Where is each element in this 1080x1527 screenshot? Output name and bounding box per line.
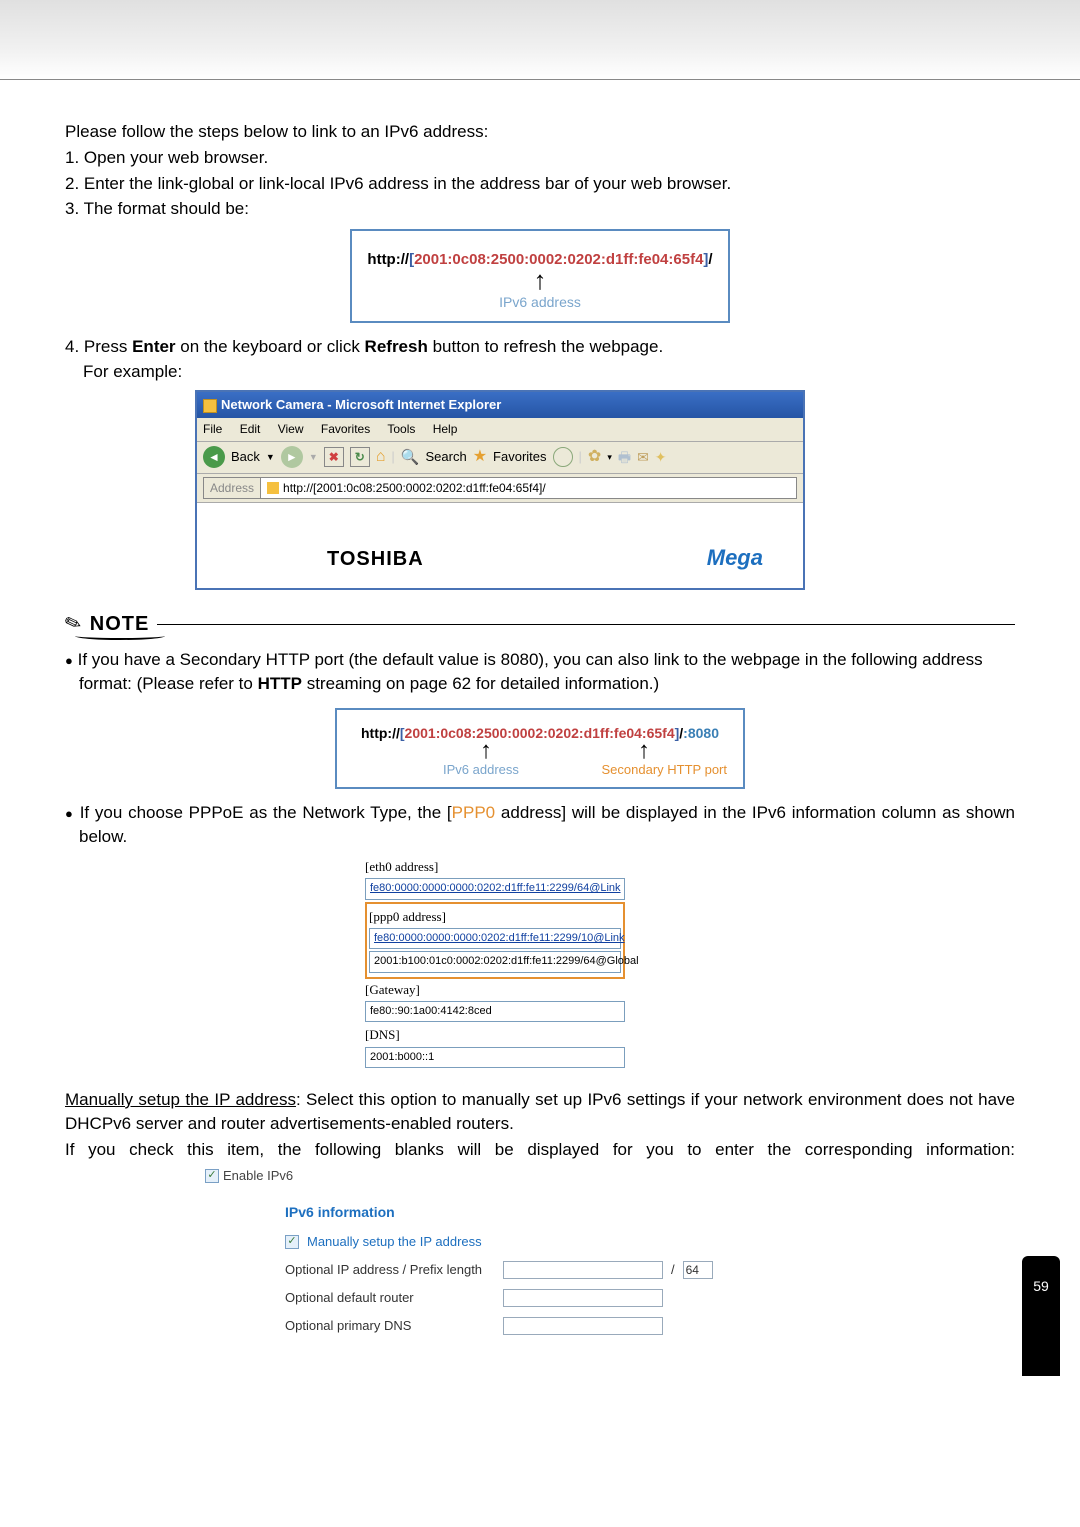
arrow-up-icon: ↑: [362, 270, 718, 291]
note1-http: HTTP: [258, 674, 302, 693]
example-label: For example:: [65, 360, 1015, 384]
optional-dns-input[interactable]: [503, 1317, 663, 1335]
note1-post: streaming on page 62 for detailed inform…: [302, 674, 659, 693]
optional-router-label: Optional default router: [285, 1289, 495, 1307]
back-dropdown-icon[interactable]: ▼: [266, 451, 275, 464]
enable-ipv6-label: Enable IPv6: [223, 1167, 293, 1185]
bullet-icon: ●: [65, 653, 73, 668]
history-icon[interactable]: ✿: [588, 446, 601, 468]
page-number-tab: 59: [1022, 1256, 1060, 1376]
ie-toolbar: ◄ Back ▼ ► ▼ ✖ ↻ ⌂ | 🔍 Search ★ Favorite…: [197, 442, 803, 473]
url2-port: 8080: [688, 725, 719, 741]
arrow-up-icon: ↑: [480, 741, 492, 760]
ie-menu-bar: File Edit View Favorites Tools Help: [197, 418, 803, 442]
step-1: 1. Open your web browser.: [65, 146, 1015, 170]
step-4-refresh: Refresh: [365, 337, 428, 356]
manual-text2: If you check this item, the following bl…: [65, 1140, 1015, 1159]
ie-menu-file[interactable]: File: [203, 422, 222, 436]
step-4-enter: Enter: [132, 337, 175, 356]
note2-pre: If you choose PPPoE as the Network Type,…: [80, 803, 452, 822]
ppp0-value-2: 2001:b100:01c0:0002:0202:d1ff:fe11:2299/…: [369, 951, 621, 972]
ppp0-label: [ppp0 address]: [369, 906, 621, 928]
url-prefix: http://: [367, 251, 409, 268]
pen-icon: ✎: [61, 608, 86, 640]
dns-value: 2001:b000::1: [365, 1047, 625, 1068]
intro-text: Please follow the steps below to link to…: [65, 120, 1015, 144]
back-icon[interactable]: ◄: [203, 446, 225, 468]
ie-page-icon: [203, 399, 217, 413]
url-caption: IPv6 address: [362, 293, 718, 313]
gateway-value: fe80::90:1a00:4142:8ced: [365, 1001, 625, 1022]
gateway-label: [Gateway]: [365, 979, 625, 1001]
ie-menu-help[interactable]: Help: [433, 422, 458, 436]
search-icon[interactable]: 🔍: [401, 447, 420, 468]
ppp0-value-1: fe80:0000:0000:0000:0202:d1ff:fe11:2299/…: [369, 928, 621, 949]
ie-menu-view[interactable]: View: [278, 422, 304, 436]
step-2: 2. Enter the link-global or link-local I…: [65, 172, 1015, 196]
manual-setup-checkbox[interactable]: ✓: [285, 1235, 299, 1249]
manual-heading: Manually setup the IP address: [65, 1090, 296, 1109]
address-bar-label: Address: [203, 477, 261, 500]
ie-menu-favorites[interactable]: Favorites: [321, 422, 370, 436]
media-icon[interactable]: [553, 447, 573, 467]
note-heading: NOTE: [90, 610, 150, 638]
url-ipv6-address: 2001:0c08:2500:0002:0202:d1ff:fe04:65f4: [414, 251, 703, 268]
mail-icon[interactable]: ✉: [637, 448, 649, 468]
home-icon[interactable]: ⌂: [376, 446, 386, 468]
manual-setup-label: Manually setup the IP address: [307, 1233, 482, 1251]
ipv6-form-title: IPv6 information: [285, 1203, 1015, 1223]
optional-router-input[interactable]: [503, 1289, 663, 1307]
print-icon[interactable]: 🖶: [618, 448, 631, 468]
back-button-label[interactable]: Back: [231, 448, 260, 466]
note2-ppp0: PPP0: [452, 803, 495, 822]
forward-dropdown-icon: ▼: [309, 451, 318, 464]
step-4-pre: 4. Press: [65, 337, 132, 356]
optional-dns-label: Optional primary DNS: [285, 1317, 495, 1335]
ie-title-text: Network Camera - Microsoft Internet Expl…: [221, 397, 501, 412]
url-format-box: http://[2001:0c08:2500:0002:0202:d1ff:fe…: [350, 229, 730, 322]
address-bar-value: http://[2001:0c08:2500:0002:0202:d1ff:fe…: [283, 481, 546, 495]
optional-ip-input[interactable]: [503, 1261, 663, 1279]
url2-caption-left: IPv6 address: [443, 761, 519, 779]
favorites-star-icon[interactable]: ★: [473, 446, 487, 468]
prefix-length-input[interactable]: 64: [683, 1261, 713, 1279]
eth0-label: [eth0 address]: [365, 856, 625, 878]
step-3: 3. The format should be:: [65, 197, 249, 221]
ie-menu-tools[interactable]: Tools: [387, 422, 415, 436]
bullet-icon: ●: [65, 806, 74, 821]
history-dropdown-icon[interactable]: ▾: [607, 451, 612, 464]
address-bar-field[interactable]: http://[2001:0c08:2500:0002:0202:d1ff:fe…: [261, 477, 797, 500]
ipv6-form: IPv6 information ✓ Manually setup the IP…: [285, 1203, 1015, 1335]
optional-ip-label: Optional IP address / Prefix length: [285, 1261, 495, 1279]
url-port-box: http://[2001:0c08:2500:0002:0202:d1ff:fe…: [335, 708, 745, 789]
ipv6-info-table: [eth0 address] fe80:0000:0000:0000:0202:…: [365, 856, 625, 1068]
refresh-icon[interactable]: ↻: [350, 447, 370, 467]
favorites-button-label[interactable]: Favorites: [493, 448, 546, 466]
arrow-up-icon: ↑: [638, 741, 650, 760]
ie-menu-edit[interactable]: Edit: [240, 422, 261, 436]
enable-ipv6-checkbox[interactable]: ✓: [205, 1169, 219, 1183]
url2-caption-right: Secondary HTTP port: [602, 761, 727, 779]
eth0-value: fe80:0000:0000:0000:0202:d1ff:fe11:2299/…: [365, 878, 625, 899]
forward-icon[interactable]: ►: [281, 446, 303, 468]
messenger-icon[interactable]: ✦: [655, 448, 667, 468]
stop-icon[interactable]: ✖: [324, 447, 344, 467]
search-button-label[interactable]: Search: [426, 448, 467, 466]
url2-ipv6-address: 2001:0c08:2500:0002:0202:d1ff:fe04:65f4: [405, 725, 675, 741]
brand-toshiba: TOSHIBA: [327, 545, 424, 573]
ie-window-screenshot: Network Camera - Microsoft Internet Expl…: [195, 390, 805, 590]
address-page-icon: [267, 482, 279, 494]
dns-label: [DNS]: [365, 1024, 625, 1046]
brand-mega: Mega: [707, 543, 763, 574]
